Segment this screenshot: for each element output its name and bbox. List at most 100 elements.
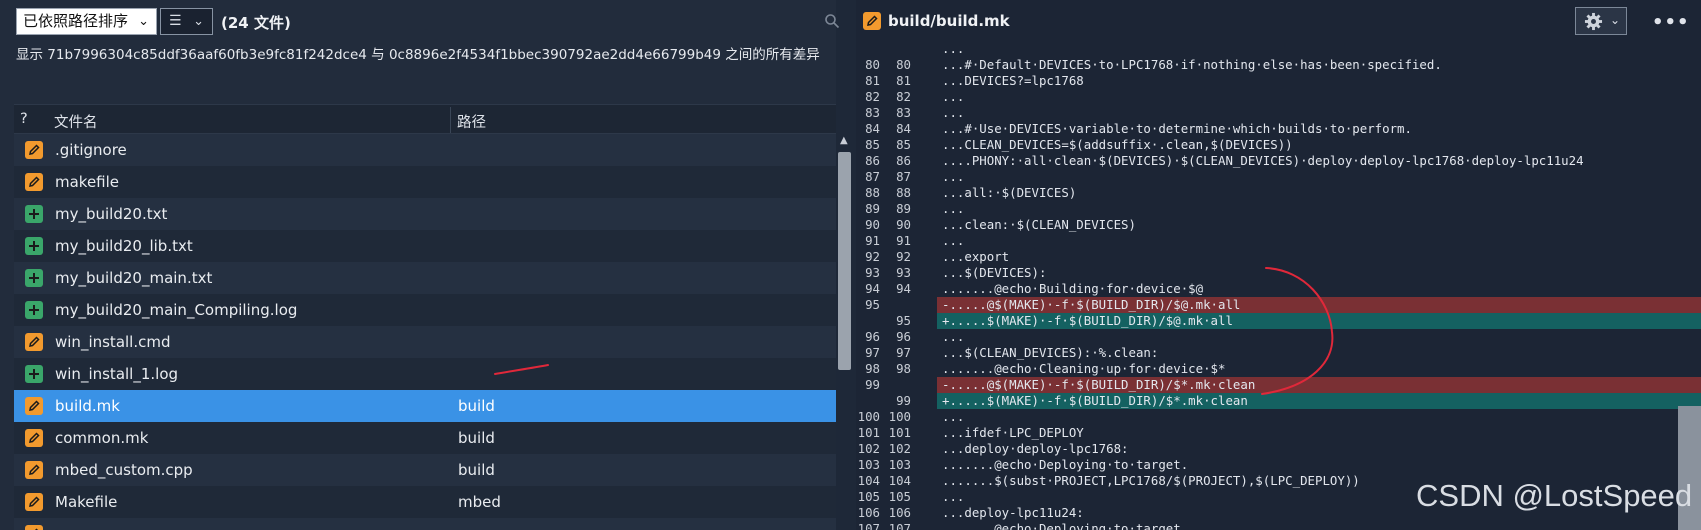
- scroll-up-arrow-icon[interactable]: ▲: [840, 135, 848, 146]
- old-line-number: 102: [857, 441, 880, 456]
- file-name: my_build20_main.txt: [55, 269, 213, 287]
- line-content: ...ifdef·LPC_DEPLOY: [942, 425, 1084, 440]
- diff-line: 92 92 ...export: [856, 249, 1701, 265]
- diff-line: 100 100...: [856, 409, 1701, 425]
- line-content: ...: [942, 89, 965, 104]
- old-line-number: 107: [857, 521, 880, 530]
- file-row[interactable]: win_install_1.log: [14, 358, 836, 390]
- sort-dropdown[interactable]: 已依照路径排序 ⌄: [16, 8, 157, 35]
- file-row[interactable]: my_build20_lib.txt: [14, 230, 836, 262]
- file-name: build.mk: [55, 397, 120, 415]
- diff-line-added: 95 +.....$(MAKE)·-f·$(BUILD_DIR)/$@.mk·al…: [856, 313, 1701, 329]
- line-content: -.....@$(MAKE)·-f·$(BUILD_DIR)/$@.mk·all: [937, 297, 1701, 313]
- file-list-scrollbar[interactable]: [838, 152, 851, 370]
- old-line-number: 83: [865, 105, 880, 120]
- line-content: ...: [942, 329, 965, 344]
- new-line-number: 99: [896, 393, 911, 408]
- diff-line: 87 87...: [856, 169, 1701, 185]
- diff-line: 97 97 ...$(CLEAN_DEVICES):·%.clean:: [856, 345, 1701, 361]
- line-content: .......@echo·Building·for·device·$@: [942, 281, 1204, 296]
- file-path: mbed: [458, 493, 501, 511]
- line-content: ...deploy·deploy-lpc1768:: [942, 441, 1129, 456]
- new-line-number: 88: [896, 185, 911, 200]
- modified-file-icon: [25, 141, 43, 159]
- new-line-number: 83: [896, 105, 911, 120]
- diff-line: 96 96...: [856, 329, 1701, 345]
- file-list-pane: 已依照路径排序 ⌄ ☰ ⌄ (24 文件) 显示 71b7996304c85dd…: [0, 0, 836, 530]
- new-line-number: 103: [888, 457, 911, 472]
- new-line-number: 105: [888, 489, 911, 504]
- line-content: ...#·Use·DEVICES·variable·to·determine·w…: [942, 121, 1412, 136]
- old-line-number: 103: [857, 457, 880, 472]
- new-line-number: 92: [896, 249, 911, 264]
- new-line-number: 106: [888, 505, 911, 520]
- line-content: .......@echo·Cleaning·up·for·device·$*: [942, 361, 1226, 376]
- diff-viewer-pane: build/build.mk ⌄ ••• ... 80 80 ...#·Default…: [856, 0, 1701, 530]
- file-row[interactable]: Makefile mbed: [14, 486, 836, 518]
- old-line-number: 97: [865, 345, 880, 360]
- new-line-number: 107: [888, 521, 911, 530]
- file-path: build: [458, 461, 495, 479]
- chevron-down-icon: ⌄: [1609, 13, 1620, 27]
- diff-line: 93 93 ...$(DEVICES):: [856, 265, 1701, 281]
- file-row[interactable]: my_build20_main_Compiling.log: [14, 294, 836, 326]
- old-line-number: 105: [857, 489, 880, 504]
- diff-line: 82 82...: [856, 89, 1701, 105]
- modified-file-icon: [25, 397, 43, 415]
- diff-line: 89 89...: [856, 201, 1701, 217]
- added-file-icon: [25, 269, 43, 287]
- diff-code-view[interactable]: ... 80 80 ...#·Default·DEVICES·to·LPC1768·i…: [856, 41, 1701, 530]
- file-row[interactable]: mbed_custom.cpp build: [14, 454, 836, 486]
- new-line-number: 81: [896, 73, 911, 88]
- line-content: +.....$(MAKE)·-f·$(BUILD_DIR)/$*.mk·clea…: [937, 393, 1701, 409]
- modified-file-icon: [25, 525, 43, 530]
- more-icon[interactable]: •••: [1652, 12, 1690, 33]
- diff-line-added: 99 +.....$(MAKE)·-f·$(BUILD_DIR)/$*.mk·cl…: [856, 393, 1701, 409]
- old-line-number: 98: [865, 361, 880, 376]
- column-header-status[interactable]: ?: [20, 111, 28, 127]
- file-row[interactable]: my_build20.txt: [14, 198, 836, 230]
- new-line-number: 104: [888, 473, 911, 488]
- diff-line: 91 91...: [856, 233, 1701, 249]
- diff-line: 103 103 .......@echo·Deploying·to·target.: [856, 457, 1701, 473]
- diff-line: 80 80 ...#·Default·DEVICES·to·LPC1768·if·n…: [856, 57, 1701, 73]
- line-content: .......@echo·Deploying·to·target.: [942, 521, 1189, 530]
- file-name: Makefile: [55, 493, 118, 511]
- line-content: ....PHONY:·all·clean·$(DEVICES)·$(CLEAN_…: [942, 153, 1584, 168]
- column-header-path[interactable]: 路径: [457, 111, 486, 132]
- file-row[interactable]: [14, 518, 836, 530]
- file-row[interactable]: build.mk build: [14, 390, 836, 422]
- new-line-number: 89: [896, 201, 911, 216]
- new-line-number: 97: [896, 345, 911, 360]
- search-icon[interactable]: [824, 13, 840, 29]
- file-row[interactable]: makefile: [14, 166, 836, 198]
- old-line-number: 80: [865, 57, 880, 72]
- old-line-number: 90: [865, 217, 880, 232]
- view-mode-dropdown[interactable]: ☰ ⌄: [160, 8, 213, 35]
- file-row[interactable]: my_build20_main.txt: [14, 262, 836, 294]
- diff-line-removed: 99 -.....@$(MAKE)·-f·$(BUILD_DIR)/$*.mk·c…: [856, 377, 1701, 393]
- file-row[interactable]: .gitignore: [14, 134, 836, 166]
- modified-file-icon: [863, 12, 881, 30]
- new-line-number: 84: [896, 121, 911, 136]
- file-name: win_install_1.log: [55, 365, 179, 383]
- diff-line: 107 107 .......@echo·Deploying·to·target.: [856, 521, 1701, 530]
- new-line-number: 100: [888, 409, 911, 424]
- settings-dropdown-button[interactable]: ⌄: [1575, 7, 1627, 35]
- diff-line: 94 94 .......@echo·Building·for·device·$@: [856, 281, 1701, 297]
- old-line-number: 106: [857, 505, 880, 520]
- old-line-number: 88: [865, 185, 880, 200]
- old-line-number: 96: [865, 329, 880, 344]
- column-divider[interactable]: [450, 107, 451, 133]
- line-content: ...export: [942, 249, 1010, 264]
- diff-viewer-header: build/build.mk ⌄ •••: [856, 0, 1701, 41]
- file-row[interactable]: win_install.cmd: [14, 326, 836, 358]
- line-content: ...: [942, 169, 965, 184]
- new-line-number: 90: [896, 217, 911, 232]
- old-line-number: 91: [865, 233, 880, 248]
- file-row[interactable]: common.mk build: [14, 422, 836, 454]
- diff-line-removed: 95 -.....@$(MAKE)·-f·$(BUILD_DIR)/$@.mk·a…: [856, 297, 1701, 313]
- gear-icon: [1584, 12, 1603, 31]
- column-header-filename[interactable]: 文件名: [54, 111, 98, 132]
- line-content: ...: [942, 409, 965, 424]
